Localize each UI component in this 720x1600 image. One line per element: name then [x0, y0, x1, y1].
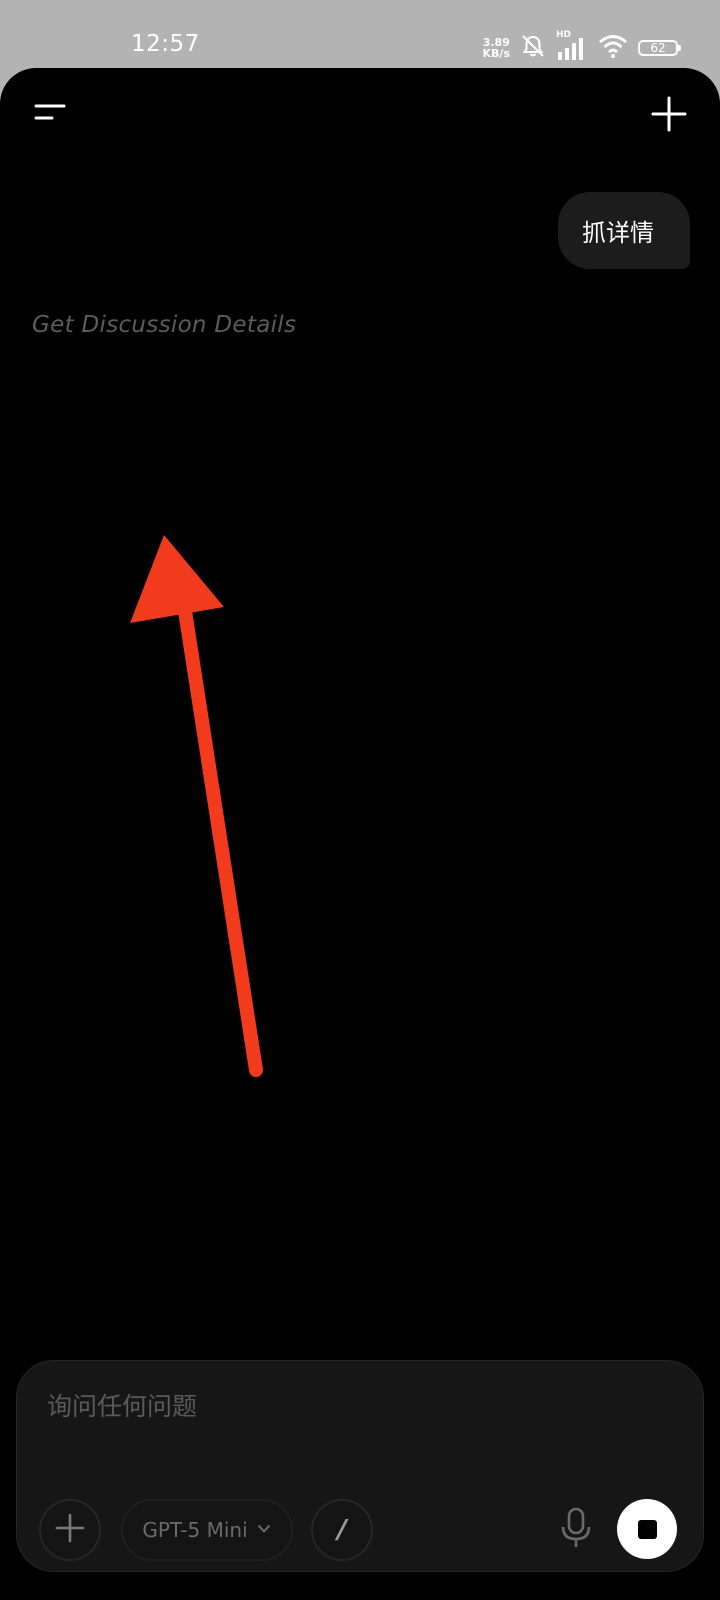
network-speed-unit: KB/s	[482, 47, 510, 60]
model-selector[interactable]: GPT-5 Mini	[121, 1499, 293, 1561]
menu-icon	[28, 104, 76, 144]
new-chat-button[interactable]	[645, 90, 693, 138]
user-message-text: 抓详情	[582, 219, 654, 247]
arrow-shaft	[176, 591, 263, 1077]
battery-indicator: 62	[638, 40, 681, 56]
alarm-off-icon	[520, 33, 546, 63]
slash-command-button[interactable]: /	[311, 1499, 373, 1561]
stop-icon	[637, 1519, 657, 1539]
attach-button[interactable]	[39, 1499, 101, 1561]
model-label: GPT-5 Mini	[142, 1518, 248, 1542]
status-icons: 3.89 KB/s HD 62	[483, 30, 681, 63]
status-bar: 12:57 3.89 KB/s HD 62	[0, 0, 720, 68]
chevron-down-icon	[256, 1518, 272, 1542]
arrow-head	[130, 535, 224, 623]
plus-icon	[52, 1510, 88, 1550]
slash-command-label: /	[337, 1515, 347, 1545]
plus-icon	[645, 96, 693, 142]
microphone-icon	[559, 1506, 593, 1554]
chat-composer: GPT-5 Mini /	[16, 1360, 704, 1572]
network-speed: 3.89 KB/s	[483, 37, 510, 59]
network-type-label: HD	[556, 30, 572, 40]
stop-generation-button[interactable]	[617, 1499, 677, 1559]
cellular-signal-icon: HD	[556, 30, 588, 60]
wifi-icon	[598, 34, 628, 62]
assistant-status-text: Get Discussion Details	[32, 312, 297, 338]
composer-toolbar: GPT-5 Mini /	[17, 1491, 703, 1571]
menu-button[interactable]	[28, 92, 76, 140]
message-input[interactable]	[45, 1385, 649, 1427]
user-message-bubble: 抓详情	[558, 192, 690, 269]
chat-screen: 抓详情 Get Discussion Details GPT-5 Mini	[0, 68, 720, 1600]
voice-input-button[interactable]	[545, 1499, 607, 1561]
status-time: 12:57	[131, 31, 200, 57]
